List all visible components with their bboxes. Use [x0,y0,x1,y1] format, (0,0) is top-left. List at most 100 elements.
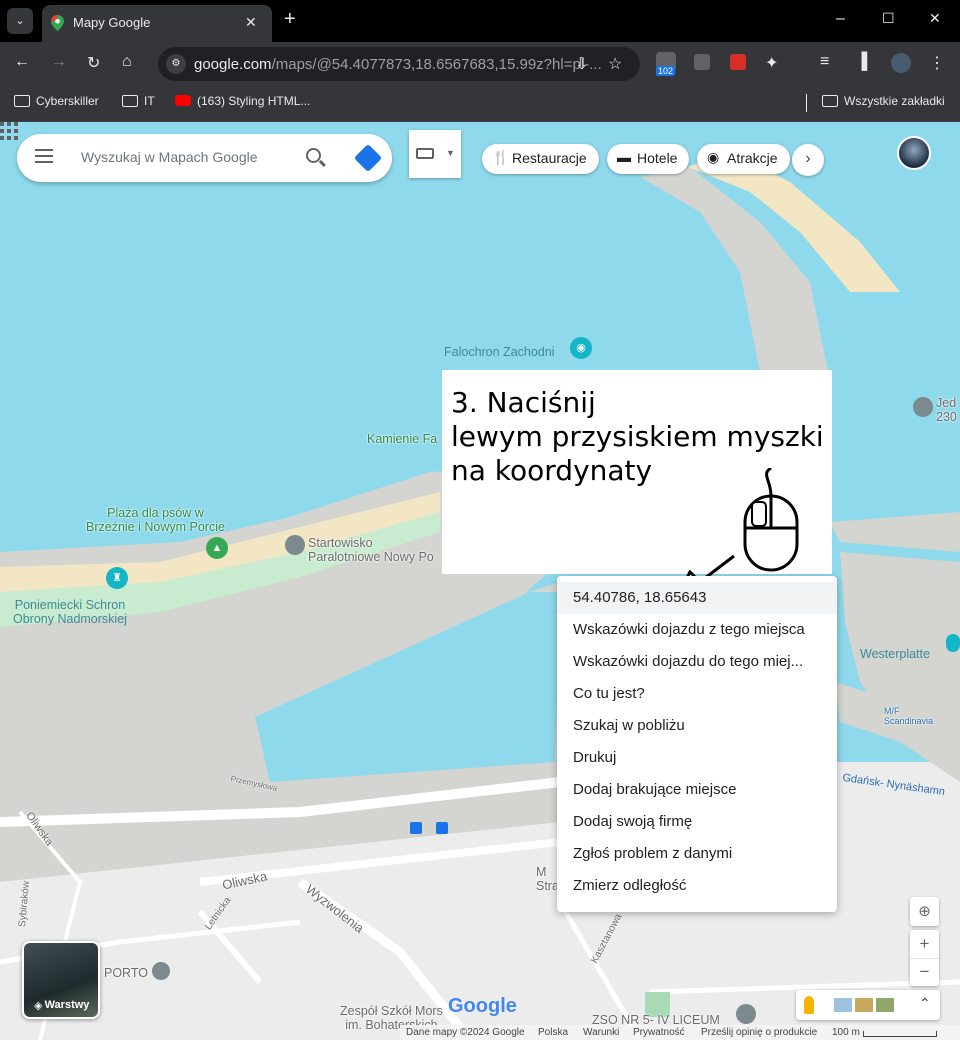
extension-badge: 102 [656,66,676,76]
map-canvas[interactable]: Falochron Zachodni ◉ Kamienie Fa Plaża d… [0,122,960,1040]
pegman-icon[interactable] [804,996,814,1014]
place-pin-icon[interactable] [285,535,305,555]
all-bookmarks[interactable]: Wszystkie zakładki [822,94,945,108]
chip-attractions[interactable]: ◉ Atrakcje [697,144,790,174]
chevron-right-icon: › [805,150,811,167]
search-icon-handle [319,159,326,167]
browser-toolbar: ← → ↻ ⌂ ⚙ google.com/maps/@54.4077873,18… [0,42,960,86]
westerplatte-label[interactable]: Westerplatte [860,647,930,661]
jed-label[interactable]: Jed 230 [936,396,957,424]
footer-privacy-link[interactable]: Prywatność [633,1027,685,1038]
google-apps-icon[interactable] [0,122,18,140]
maximize-button[interactable]: ☐ [882,10,895,27]
search-input[interactable]: Wyszukaj w Mapach Google [81,149,258,165]
context-menu-directions-from[interactable]: Wskazówki dojazdu z tego miejsca [557,614,837,646]
startowisko-label[interactable]: Startowisko Paralotniowe Nowy Po [308,536,434,564]
fork-knife-icon: 🍴 [492,149,510,165]
falochron-label[interactable]: Falochron Zachodni [444,345,554,359]
install-app-icon[interactable]: ⇩ [575,54,588,74]
bus-stop-icon[interactable] [410,822,422,834]
folder-icon [14,95,30,107]
back-icon[interactable]: ← [14,53,30,71]
jed-pin-icon[interactable] [913,397,933,417]
dropdown-arrow-icon[interactable]: ▼ [446,148,455,158]
plaza-label[interactable]: Plaża dla psów w Brzeźnie i Nowym Porcie [86,506,225,534]
forward-icon[interactable]: → [51,53,67,71]
stra-label[interactable]: M Stra [536,865,559,893]
street-view-control[interactable]: ⌃ [796,990,940,1020]
close-tab-icon[interactable]: ✕ [245,14,257,31]
camera-poi-icon[interactable]: ◉ [570,337,592,359]
extension-3-icon[interactable] [730,54,746,70]
chip-hotels[interactable]: ▬ Hotele [607,144,690,174]
search-box[interactable]: Wyszukaj w Mapach Google [17,134,392,182]
bookmark-star-icon[interactable]: ☆ [608,54,622,74]
context-menu-search-nearby[interactable]: Szukaj w pobliżu [557,710,837,742]
bus-stop-icon[interactable] [436,822,448,834]
context-menu-print[interactable]: Drukuj [557,742,837,774]
context-menu-directions-to[interactable]: Wskazówki dojazdu do tego miej... [557,646,837,678]
reload-icon[interactable]: ↻ [87,53,100,73]
extensions-puzzle-icon[interactable]: ✦ [765,53,778,73]
scale-label[interactable]: 100 m [832,1027,860,1038]
imagery-thumbnail[interactable] [834,998,852,1012]
bookmark-cyberskiller[interactable]: Cyberskiller [14,94,99,108]
historic-poi-icon[interactable]: ♜ [106,567,128,589]
zoom-control: + − [910,930,939,986]
browser-menu-icon[interactable]: ⋮ [929,53,945,73]
close-window-button[interactable]: ✕ [929,10,941,27]
profile-avatar-icon[interactable] [891,53,911,73]
park-poi-icon[interactable]: ▲ [206,537,228,559]
address-bar[interactable]: ⚙ google.com/maps/@54.4077873,18.6567683… [158,47,640,81]
layers-button[interactable]: ◈ Warstwy [22,941,100,1019]
footer-country-link[interactable]: Polska [538,1027,568,1038]
folder-icon [122,95,138,107]
my-location-button[interactable]: ⊕ [910,897,939,926]
camera-icon: ◉ [707,149,720,165]
context-menu-measure-distance[interactable]: Zmierz odległość [557,870,837,902]
map-data-credit: Dane mapy ©2024 Google [406,1027,525,1038]
expand-chevron-icon[interactable]: ⌃ [919,995,931,1012]
google-logo: Google [448,995,517,1017]
extension-2-icon[interactable] [694,54,710,70]
schron-label[interactable]: Poniemiecki Schron Obrony Nadmorskiej [13,598,127,626]
account-avatar[interactable] [897,136,931,170]
keyboard-icon [416,148,434,159]
new-tab-button[interactable]: + [284,8,296,31]
bed-icon: ▬ [617,149,631,165]
chip-restaurants[interactable]: 🍴 Restauracje [482,144,599,174]
map-footer: Dane mapy ©2024 Google Polska Warunki Pr… [400,1025,960,1040]
porto-label[interactable]: PORTO [104,966,148,980]
zoom-out-button[interactable]: − [910,958,939,986]
kamienie-label[interactable]: Kamienie Fa [367,432,437,446]
imagery-thumbnail[interactable] [876,998,894,1012]
chips-next-button[interactable]: › [792,144,824,176]
context-menu-add-business[interactable]: Dodaj swoją firmę [557,806,837,838]
bookmark-it[interactable]: IT [122,94,155,108]
tab-search-button[interactable]: ⌄ [7,8,33,34]
tab-mapy-google[interactable]: Mapy Google ✕ [42,5,272,42]
school-pin-icon[interactable] [736,1004,756,1024]
context-menu-coordinates[interactable]: 54.40786, 18.65643 [557,582,837,614]
site-settings-icon[interactable]: ⚙ [166,54,186,74]
bookmark-youtube[interactable]: (163) Styling HTML... [175,94,310,108]
media-control-icon[interactable]: ≡ [820,53,829,71]
context-menu-whats-here[interactable]: Co tu jest? [557,678,837,710]
instruction-card: 3. Naciśnij lewym przysiskiem myszki na … [442,370,832,598]
keyboard-input-button[interactable]: ▼ [409,130,461,178]
context-menu-add-missing-place[interactable]: Dodaj brakujące miejsce [557,774,837,806]
directions-icon[interactable] [353,143,383,173]
imagery-thumbnail[interactable] [855,998,873,1012]
footer-terms-link[interactable]: Warunki [583,1027,619,1038]
minimize-button[interactable]: – [836,10,845,28]
menu-icon[interactable] [35,149,53,163]
westerplatte-poi-icon[interactable] [946,634,960,652]
footer-feedback-link[interactable]: Prześlij opinię o produkcie [701,1027,817,1038]
scandinavia-label[interactable]: M/F Scandinavia [884,706,933,726]
porto-pin-icon[interactable] [152,962,170,980]
home-icon[interactable]: ⌂ [122,53,132,71]
zoom-in-button[interactable]: + [910,930,939,958]
context-menu-report-problem[interactable]: Zgłoś problem z danymi [557,838,837,870]
side-panel-icon[interactable]: ▐ [856,53,867,71]
youtube-icon [175,95,191,106]
